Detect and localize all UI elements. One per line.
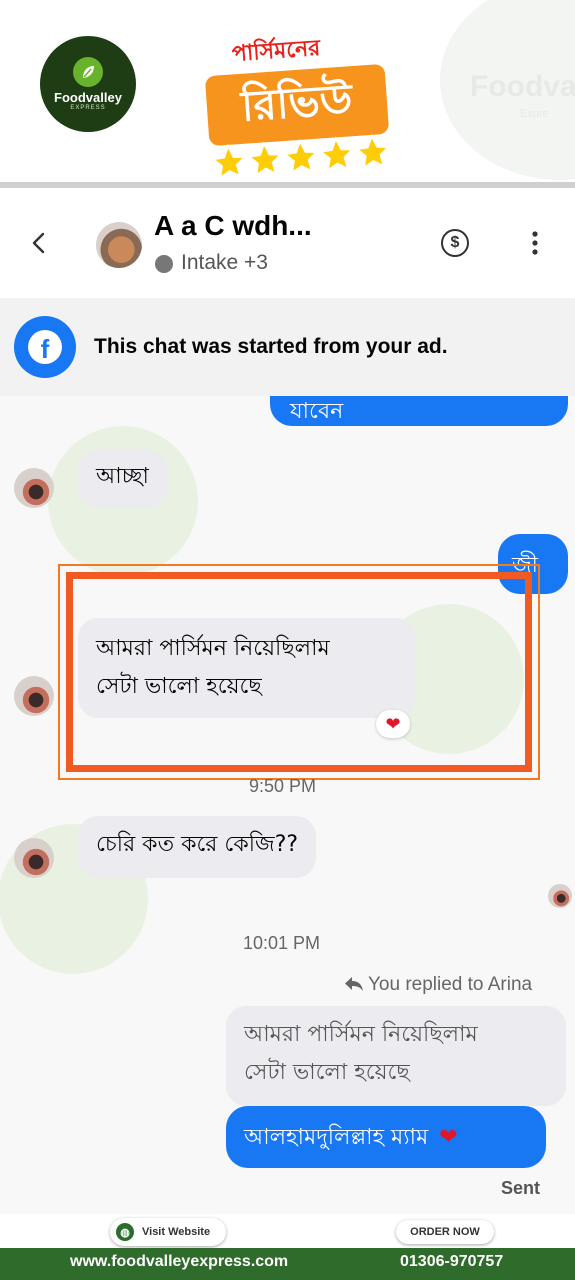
highlight-frame	[58, 564, 540, 780]
footer-actions: ◍ Visit Website ORDER NOW	[0, 1214, 575, 1248]
order-now-button[interactable]: ORDER NOW	[396, 1220, 494, 1244]
contact-avatar[interactable]	[96, 222, 142, 268]
reply-icon	[345, 977, 363, 991]
back-button[interactable]	[24, 228, 54, 258]
heart-emoji: ❤	[439, 1125, 458, 1150]
read-receipt-avatar	[548, 884, 572, 908]
quoted-text-line: আমরা পার্সিমন নিয়েছিলাম	[244, 1022, 478, 1047]
star-icon	[246, 141, 283, 178]
sender-avatar	[14, 676, 54, 716]
timestamp: 10:01 PM	[243, 933, 321, 953]
footer-bar: www.foodvalleyexpress.com 01306-970757	[0, 1248, 575, 1280]
message-text: আলহামদুলিল্লাহ ম্যাম	[244, 1125, 429, 1150]
promo-banner: Foodva Expre Foodvalley EXPRESS পার্সিমন…	[0, 0, 575, 185]
globe-icon: ◍	[116, 1223, 134, 1241]
message-text: আচ্ছা	[96, 464, 149, 489]
star-icon	[282, 138, 319, 175]
contact-name[interactable]: A a C wdh...	[154, 210, 312, 242]
website-url[interactable]: www.foodvalleyexpress.com	[70, 1253, 288, 1271]
star-icon	[318, 136, 355, 173]
star-icon	[354, 133, 391, 170]
review-title: পার্সিমনের	[231, 35, 322, 68]
quoted-text-line: সেটা ভালো হয়েছে	[244, 1060, 410, 1085]
message-text: যাবেন	[290, 399, 344, 424]
message-outgoing[interactable]: যাবেন	[270, 396, 568, 426]
star-icon	[210, 143, 247, 180]
quoted-message[interactable]: আমরা পার্সিমন নিয়েছিলাম সেটা ভালো হয়েছ…	[226, 1006, 566, 1106]
message-text: চেরি কত করে কেজি??	[96, 832, 299, 857]
message-incoming[interactable]: চেরি কত করে কেজি??	[78, 816, 317, 878]
message-thread[interactable]: যাবেন আচ্ছা জী আমরা পার্সিমন নিয়েছিলাম …	[0, 396, 575, 1248]
order-now-label: ORDER NOW	[410, 1226, 480, 1238]
visit-website-button[interactable]: ◍ Visit Website	[110, 1218, 226, 1246]
chat-header: A a C wdh... Intake +3 $	[0, 192, 575, 292]
leaf-icon	[73, 57, 103, 87]
reply-note: You replied to Arina	[344, 974, 532, 996]
foodvalley-logo: Foodvalley EXPRESS	[40, 36, 136, 132]
facebook-icon: f	[14, 316, 76, 378]
watermark-text: Foodva	[470, 70, 575, 103]
message-incoming[interactable]: আচ্ছা	[78, 450, 167, 508]
sent-status: Sent	[501, 1178, 541, 1198]
more-vertical-icon	[532, 231, 538, 255]
logo-subtitle: EXPRESS	[70, 105, 106, 111]
sender-avatar	[14, 468, 54, 508]
banner-divider	[0, 182, 575, 188]
ad-notice-text: This chat was started from your ad.	[94, 335, 448, 358]
logo-name: Foodvalley	[54, 90, 122, 105]
visit-website-label: Visit Website	[142, 1226, 211, 1238]
phone-number[interactable]: 01306-970757	[400, 1253, 503, 1271]
timestamp: 9:50 PM	[249, 776, 317, 796]
reply-note-text: You replied to Arina	[368, 974, 533, 995]
message-outgoing[interactable]: আলহামদুলিল্লাহ ম্যাম ❤	[226, 1106, 546, 1168]
contact-label[interactable]: Intake +3	[181, 251, 268, 275]
more-options-button[interactable]	[525, 228, 545, 258]
chevron-left-icon	[32, 232, 45, 254]
watermark-subtext: Expre	[520, 108, 549, 120]
sender-avatar	[14, 838, 54, 878]
ad-notice: f This chat was started from your ad.	[0, 298, 575, 396]
dollar-icon: $	[450, 234, 460, 251]
status-dot	[155, 255, 173, 273]
payment-button[interactable]: $	[441, 229, 469, 257]
